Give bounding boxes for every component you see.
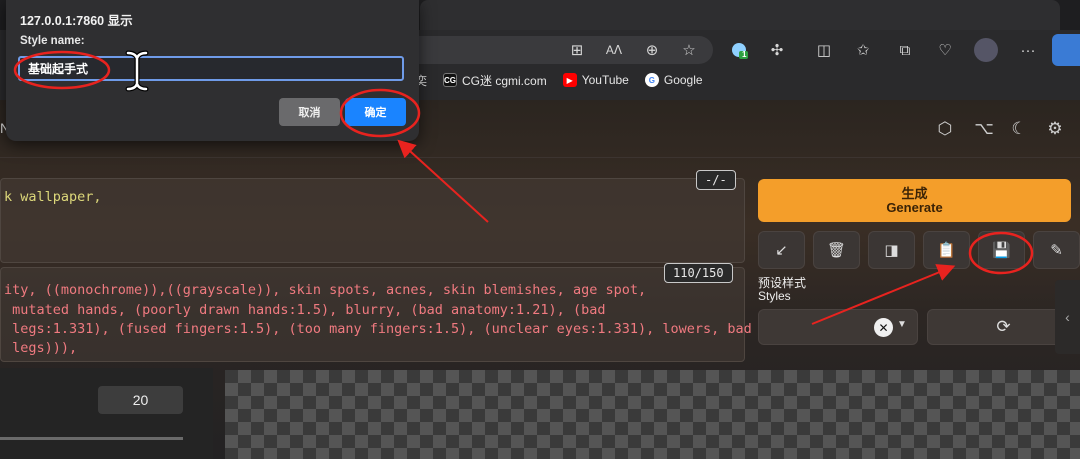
- image-output-preview: [225, 370, 1080, 459]
- apply-style-button[interactable]: 📋: [923, 231, 970, 269]
- clear-prompt-button[interactable]: 🗑: [813, 231, 860, 269]
- magic-wand-icon: ✎: [1050, 242, 1063, 259]
- text-cursor-icon: [125, 50, 149, 92]
- prompt-token-counter: -/-: [696, 170, 736, 190]
- negative-prompt-textarea[interactable]: ity, ((monochrome)),((grayscale)), skin …: [0, 267, 752, 362]
- negative-line: legs))),: [4, 340, 78, 356]
- cube-logo-icon[interactable]: ⬡: [934, 118, 956, 140]
- dark-mode-moon-icon[interactable]: ☾: [1008, 118, 1030, 140]
- active-tab[interactable]: [420, 0, 1060, 30]
- favorite-star-icon[interactable]: ☆: [677, 38, 701, 62]
- style-name-label: Style name:: [20, 35, 85, 47]
- settings-gear-icon[interactable]: ⚙: [1044, 118, 1066, 140]
- negative-token-counter: 110/150: [664, 263, 733, 283]
- chevron-left-icon: ‹: [1065, 309, 1070, 325]
- trash-icon: 🗑: [826, 242, 847, 259]
- styles-label-en: Styles: [758, 289, 791, 303]
- negative-line: legs:1.331), (fused fingers:1.5), (too m…: [4, 321, 752, 337]
- clear-selection-icon[interactable]: ✕: [874, 318, 893, 337]
- extension-badge: 1: [742, 50, 747, 59]
- refresh-icon: ⟳: [996, 317, 1011, 336]
- browser-essentials-icon[interactable]: ♡: [933, 38, 957, 62]
- bookmark-label: CG迷 cgmi.com: [462, 73, 547, 88]
- edge-sidebar-button[interactable]: [1052, 34, 1080, 66]
- prompt-dialog: 127.0.0.1:7860 显示 Style name: 取消 确定: [6, 0, 419, 141]
- magic-wand-button[interactable]: ✎: [1033, 231, 1080, 269]
- split-screen-icon[interactable]: ◫: [812, 38, 836, 62]
- webui-app: N ⬡ ⌥ ☾ ⚙ k wallpaper, -/- ity, ((monoch…: [0, 100, 1080, 459]
- prompt-textarea[interactable]: k wallpaper,: [0, 178, 745, 263]
- bookmark-label: Google: [663, 73, 703, 87]
- save-style-button[interactable]: 💾: [978, 231, 1025, 269]
- collapse-panel-handle[interactable]: ‹: [1055, 280, 1080, 354]
- extension-icon[interactable]: 1: [727, 38, 751, 62]
- profile-avatar[interactable]: [974, 38, 998, 62]
- address-bar[interactable]: [395, 36, 713, 64]
- puzzle-extensions-icon[interactable]: ✣: [765, 38, 789, 62]
- steps-number-input[interactable]: 20: [98, 386, 183, 414]
- styles-label: 预设样式 Styles: [758, 277, 806, 303]
- read-params-button[interactable]: ↙: [758, 231, 805, 269]
- dialog-title: 127.0.0.1:7860 显示: [20, 14, 133, 28]
- bookmark-google[interactable]: G Google: [644, 73, 703, 87]
- negative-line: ity, ((monochrome)),((grayscale)), skin …: [4, 282, 647, 298]
- generate-label-zh: 生成: [901, 185, 928, 201]
- confirm-button[interactable]: 确定: [345, 98, 406, 126]
- app-grid-icon[interactable]: ⊞: [565, 38, 589, 62]
- steps-slider-track[interactable]: [0, 437, 183, 440]
- prompt-line: k wallpaper,: [4, 189, 102, 205]
- save-floppy-icon: 💾: [992, 242, 1011, 259]
- zoom-icon[interactable]: ⊕: [640, 38, 664, 62]
- google-icon: G: [644, 73, 659, 87]
- favorites-icon[interactable]: ✩: [851, 38, 875, 62]
- arrow-down-left-icon: ↙: [775, 242, 788, 259]
- clipboard-icon: 📋: [937, 242, 956, 259]
- panel-icon: ◨: [884, 242, 899, 259]
- read-aloud-icon[interactable]: Aᐱ: [602, 38, 626, 62]
- generate-label-en: Generate: [886, 199, 943, 215]
- bookmark-cgmi[interactable]: CG CG迷 cgmi.com: [443, 72, 547, 89]
- collections-icon[interactable]: ⧉: [893, 38, 917, 62]
- generate-button[interactable]: 生成 Generate: [758, 179, 1071, 222]
- cancel-button[interactable]: 取消: [279, 98, 340, 126]
- chevron-down-icon[interactable]: ▼: [897, 319, 907, 330]
- styles-dropdown[interactable]: [758, 309, 918, 345]
- style-name-input[interactable]: [18, 56, 404, 81]
- more-menu-icon[interactable]: ···: [1016, 38, 1040, 62]
- bookmark-label: YouTube: [581, 73, 629, 87]
- bookmark-youtube[interactable]: ▶ YouTube: [562, 73, 629, 87]
- github-icon[interactable]: ⌥: [973, 118, 995, 140]
- cgmi-icon: CG: [443, 73, 458, 87]
- youtube-icon: ▶: [562, 73, 577, 87]
- bookmarks-bar: 奕 CG CG迷 cgmi.com ▶ YouTube G Google: [405, 70, 703, 90]
- extra-networks-button[interactable]: ◨: [868, 231, 915, 269]
- negative-line: mutated hands, (poorly drawn hands:1.5),…: [4, 302, 606, 318]
